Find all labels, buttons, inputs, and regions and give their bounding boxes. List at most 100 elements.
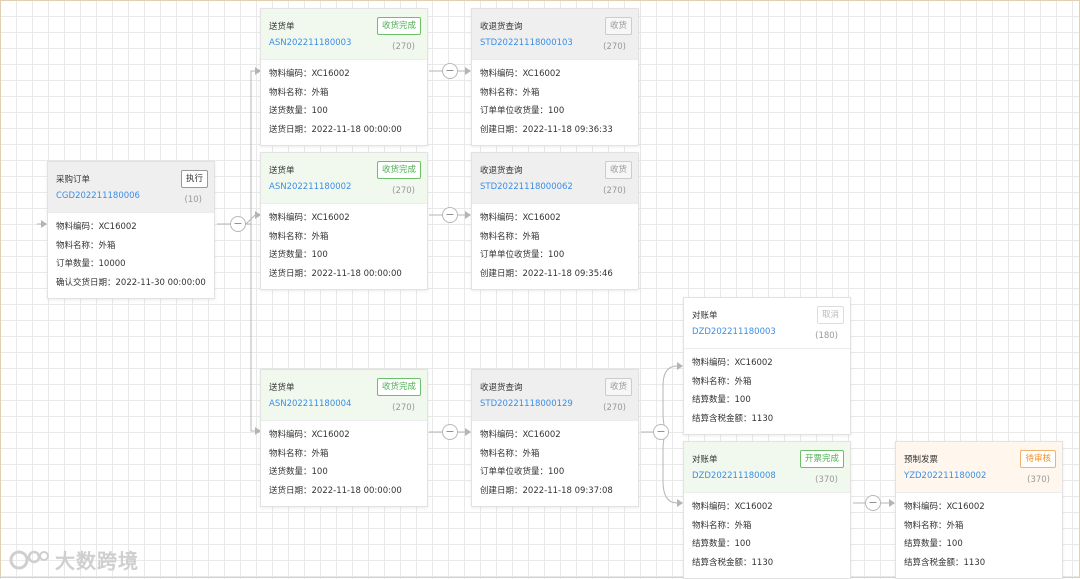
- field-row: 物料编码：XC16002: [56, 222, 137, 232]
- collapse-button[interactable]: −: [230, 216, 246, 232]
- collapse-button[interactable]: −: [442, 63, 458, 79]
- delivery-note-card[interactable]: 送货单 ASN202211180004 收货完成 (270) 物料编码：XC16…: [260, 369, 428, 507]
- field-row: 物料编码：XC16002: [480, 213, 561, 223]
- field-row: 结算数量：100: [692, 395, 751, 405]
- receipt-query-card[interactable]: 收退货查询 STD20221118000129 收货 (270) 物料编码：XC…: [471, 369, 639, 507]
- field-row: 订单单位收货量：100: [480, 250, 565, 260]
- field-row: 物料名称：外箱: [480, 87, 540, 98]
- card-count: (370): [1027, 475, 1050, 485]
- card-count: (270): [392, 403, 415, 413]
- field-row: 创建日期：2022-11-18 09:35:46: [480, 268, 613, 279]
- field-row: 结算含税金额：1130: [904, 557, 986, 568]
- card-type: 采购订单: [56, 175, 91, 185]
- card-header: 对账单 DZD202211180008 开票完成 (370): [684, 442, 850, 493]
- status-badge: 收货完成: [376, 161, 421, 179]
- field-row: 物料编码：XC16002: [480, 69, 561, 79]
- field-row: 物料名称：外箱: [904, 520, 964, 531]
- field-row: 物料名称：外箱: [269, 87, 329, 98]
- receive-button[interactable]: 收货: [604, 161, 632, 179]
- field-row: 物料编码：XC16002: [480, 430, 561, 440]
- card-header: 收退货查询 STD20221118000062 收货 (270): [472, 153, 638, 204]
- card-code-link[interactable]: ASN202211180004: [269, 399, 351, 409]
- card-header: 送货单 ASN202211180004 收货完成 (270): [261, 370, 427, 421]
- field-row: 物料名称：外箱: [269, 448, 329, 459]
- receipt-query-card[interactable]: 收退货查询 STD20221118000062 收货 (270) 物料编码：XC…: [471, 152, 639, 290]
- card-type: 收退货查询: [480, 383, 523, 393]
- field-row: 结算含税金额：1130: [692, 557, 774, 568]
- field-row: 物料名称：外箱: [269, 231, 329, 242]
- statement-card[interactable]: 对账单 DZD202211180003 取消 (180) 物料编码：XC1600…: [683, 297, 851, 435]
- field-row: 结算数量：100: [904, 539, 963, 549]
- card-count: (370): [815, 475, 838, 485]
- card-type: 送货单: [269, 383, 295, 393]
- cancel-button[interactable]: 取消: [816, 306, 844, 324]
- field-row: 送货数量：100: [269, 250, 328, 260]
- delivery-note-card[interactable]: 送货单 ASN202211180003 收货完成 (270) 物料编码：XC16…: [260, 8, 428, 146]
- field-row: 物料名称：外箱: [692, 376, 752, 387]
- card-code-link[interactable]: CGD202211180006: [56, 191, 140, 201]
- execute-button[interactable]: 执行: [180, 170, 208, 188]
- field-row: 送货日期：2022-11-18 00:00:00: [269, 485, 402, 496]
- card-type: 预制发票: [904, 455, 939, 465]
- card-code-link[interactable]: YZD202211180002: [904, 471, 986, 481]
- card-code-link[interactable]: DZD202211180008: [692, 471, 776, 481]
- card-code-link[interactable]: STD20221118000062: [480, 182, 573, 192]
- card-code-link[interactable]: STD20221118000129: [480, 399, 573, 409]
- card-header: 收退货查询 STD20221118000103 收货 (270): [472, 9, 638, 60]
- collapse-button[interactable]: −: [442, 207, 458, 223]
- watermark-logo-icon: [9, 550, 49, 569]
- receive-button[interactable]: 收货: [604, 378, 632, 396]
- field-row: 结算含税金额：1130: [692, 413, 774, 424]
- field-row: 物料编码：XC16002: [269, 430, 350, 440]
- card-header: 预制发票 YZD202211180002 待审核 (370): [896, 442, 1062, 493]
- field-row: 物料编码：XC16002: [692, 358, 773, 368]
- card-type: 送货单: [269, 22, 295, 32]
- card-type: 对账单: [692, 455, 718, 465]
- card-header: 收退货查询 STD20221118000129 收货 (270): [472, 370, 638, 421]
- card-count: (180): [815, 331, 838, 341]
- card-code-link[interactable]: DZD202211180003: [692, 327, 776, 337]
- card-header: 采购订单 CGD202211180006 执行 (10): [48, 162, 214, 213]
- status-badge: 收货完成: [376, 17, 421, 35]
- card-type: 收退货查询: [480, 166, 523, 176]
- field-row: 创建日期：2022-11-18 09:37:08: [480, 485, 613, 496]
- field-row: 订单数量：10000: [56, 259, 126, 269]
- watermark-text: 大数跨境: [55, 549, 139, 573]
- card-type: 对账单: [692, 311, 718, 321]
- delivery-note-card[interactable]: 送货单 ASN202211180002 收货完成 (270) 物料编码：XC16…: [260, 152, 428, 290]
- field-row: 送货数量：100: [269, 106, 328, 116]
- collapse-button[interactable]: −: [653, 424, 669, 440]
- field-row: 订单单位收货量：100: [480, 106, 565, 116]
- statement-card[interactable]: 对账单 DZD202211180008 开票完成 (370) 物料编码：XC16…: [683, 441, 851, 579]
- purchase-order-card[interactable]: 采购订单 CGD202211180006 执行 (10) 物料编码：XC1600…: [47, 161, 215, 299]
- card-header: 对账单 DZD202211180003 取消 (180): [684, 298, 850, 349]
- card-header: 送货单 ASN202211180002 收货完成 (270): [261, 153, 427, 204]
- field-row: 确认交货日期：2022-11-30 00:00:00: [56, 277, 206, 288]
- field-row: 物料编码：XC16002: [904, 502, 985, 512]
- field-row: 送货日期：2022-11-18 00:00:00: [269, 124, 402, 135]
- card-count: (270): [603, 42, 626, 52]
- card-type: 收退货查询: [480, 22, 523, 32]
- receive-button[interactable]: 收货: [604, 17, 632, 35]
- watermark: 大数跨境: [7, 545, 139, 574]
- field-row: 物料编码：XC16002: [269, 213, 350, 223]
- field-row: 订单单位收货量：100: [480, 467, 565, 477]
- collapse-button[interactable]: −: [442, 424, 458, 440]
- card-code-link[interactable]: ASN202211180003: [269, 38, 351, 48]
- card-code-link[interactable]: STD20221118000103: [480, 38, 573, 48]
- field-row: 结算数量：100: [692, 539, 751, 549]
- card-count: (270): [392, 186, 415, 196]
- field-row: 物料编码：XC16002: [269, 69, 350, 79]
- field-row: 物料编码：XC16002: [692, 502, 773, 512]
- collapse-button[interactable]: −: [865, 495, 881, 511]
- receipt-query-card[interactable]: 收退货查询 STD20221118000103 收货 (270) 物料编码：XC…: [471, 8, 639, 146]
- field-row: 送货数量：100: [269, 467, 328, 477]
- field-row: 送货日期：2022-11-18 00:00:00: [269, 268, 402, 279]
- card-code-link[interactable]: ASN202211180002: [269, 182, 351, 192]
- prefab-invoice-card[interactable]: 预制发票 YZD202211180002 待审核 (370) 物料编码：XC16…: [895, 441, 1063, 579]
- card-header: 送货单 ASN202211180003 收货完成 (270): [261, 9, 427, 60]
- status-badge: 开票完成: [799, 450, 844, 468]
- card-count: (270): [603, 186, 626, 196]
- card-type: 送货单: [269, 166, 295, 176]
- status-badge: 收货完成: [376, 378, 421, 396]
